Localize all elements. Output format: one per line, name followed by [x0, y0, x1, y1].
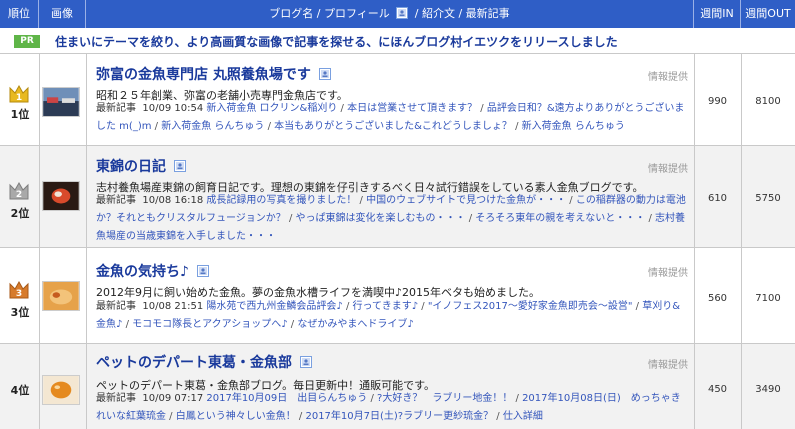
article-link[interactable]: 中国のウェブサイトで見つけた金魚が・・・ — [366, 195, 566, 206]
header-rank: 順位 — [0, 0, 39, 28]
latest-date: 10/09 07:17 — [142, 393, 204, 404]
latest-date: 10/09 10:54 — [142, 103, 204, 114]
ranking-table-header: 順位 画像 ブログ名 / プロフィール / 紹介文 / 最新記事 週間IN 週間… — [0, 0, 795, 28]
info-provided-link[interactable]: 情報提供 — [648, 160, 688, 175]
article-link[interactable]: 本当もありがとうございました&これどうしましょ？ — [274, 121, 512, 132]
article-link[interactable]: 新入荷金魚 らんちゅう — [522, 121, 625, 132]
latest-label: 最新記事 — [96, 301, 136, 312]
blog-thumbnail[interactable] — [42, 375, 80, 405]
blog-title[interactable]: ペットのデパート東葛・金魚部 — [96, 355, 292, 371]
rank-label: 1位 — [10, 108, 30, 121]
article-link[interactable]: なぜかみやまへドライブ♪ — [297, 319, 413, 330]
svg-text:1: 1 — [16, 93, 22, 103]
rank-3-crown-icon: 3 — [9, 280, 29, 299]
info-provided-link[interactable]: 情報提供 — [648, 356, 688, 371]
latest-articles: 最新記事 10/09 10:54 新入荷金魚 ロクリン&稲刈り / 本日は営業さ… — [96, 103, 685, 132]
info-provided-link[interactable]: 情報提供 — [648, 68, 688, 83]
pr-link[interactable]: 住まいにテーマを絞り、より高画質な画像で記事を探せる、にほんブログ村イエツクをリ… — [55, 33, 618, 50]
article-link[interactable]: 行ってきます♪ — [353, 301, 419, 312]
header-main-label2: / 紹介文 / 最新記事 — [414, 7, 510, 20]
article-link[interactable]: 2017年10月09日 出目らんちゅう — [206, 393, 367, 404]
blog-thumbnail[interactable] — [42, 181, 80, 211]
blog-title-link[interactable]: 金魚の気持ち♪ — [96, 261, 209, 281]
profile-icon[interactable] — [196, 265, 209, 277]
blog-title-link[interactable]: 東錦の日記 — [96, 156, 186, 176]
ranking-row-1: 1 1位 弥富の金魚専門店 丸照養魚場です 情報提供 昭和２５年創業、弥富の老舗… — [0, 54, 795, 146]
blog-title[interactable]: 弥富の金魚専門店 丸照養魚場です — [96, 67, 311, 83]
blog-title-link[interactable]: 弥富の金魚専門店 丸照養魚場です — [96, 64, 331, 84]
blog-title[interactable]: 東錦の日記 — [96, 159, 166, 175]
svg-text:3: 3 — [16, 289, 22, 299]
article-link[interactable]: モコモコ隊長とアクアショップへ♪ — [132, 319, 287, 330]
article-link[interactable]: 新入荷金魚 ロクリン&稲刈り — [206, 103, 337, 114]
header-main: ブログ名 / プロフィール / 紹介文 / 最新記事 — [86, 0, 694, 28]
rank-2-crown-icon: 2 — [9, 181, 29, 200]
rank-1-crown-icon: 1 — [9, 84, 29, 103]
latest-label: 最新記事 — [96, 103, 136, 114]
header-out: 週間OUT — [745, 7, 791, 20]
article-link[interactable]: ?大好き？ ラブリー地金！！ — [377, 393, 512, 404]
ranking-row-4: 4位 ペットのデパート東葛・金魚部 情報提供 ペットのデパート東葛・金魚部ブログ… — [0, 344, 795, 429]
blog-thumbnail[interactable] — [42, 87, 80, 117]
article-link[interactable]: 白鳳という神々しい金魚！ — [176, 411, 296, 422]
latest-articles: 最新記事 10/09 07:17 2017年10月09日 出目らんちゅう / ?… — [96, 393, 681, 422]
latest-articles: 最新記事 10/08 16:18 成長記録用の写真を撮りました！ / 中国のウェ… — [96, 195, 686, 242]
weekly-out: 8100 — [755, 96, 781, 107]
pr-banner[interactable]: PR 住まいにテーマを絞り、より高画質な画像で記事を探せる、にほんブログ村イエツ… — [0, 28, 795, 54]
article-link[interactable]: 新入荷金魚 らんちゅう — [161, 121, 264, 132]
blog-title[interactable]: 金魚の気持ち♪ — [96, 264, 189, 280]
article-link[interactable]: 陽水苑で西九州金鱗会品評会♪ — [206, 301, 342, 312]
latest-date: 10/08 21:51 — [142, 301, 204, 312]
header-main-label: ブログ名 / プロフィール — [269, 7, 390, 20]
rank-label: 4位 — [10, 384, 30, 397]
latest-label: 最新記事 — [96, 393, 136, 404]
profile-icon — [396, 7, 409, 19]
article-link[interactable]: やっぱ東錦は変化を楽しむもの・・・ — [296, 213, 466, 224]
weekly-out: 7100 — [755, 293, 781, 304]
weekly-out: 3490 — [755, 384, 781, 395]
latest-date: 10/08 16:18 — [142, 195, 204, 206]
pr-badge: PR — [14, 35, 40, 48]
weekly-in: 990 — [707, 96, 728, 107]
profile-icon[interactable] — [300, 356, 312, 368]
rank-label: 3位 — [10, 306, 30, 319]
header-in: 週間IN — [694, 0, 741, 28]
article-link[interactable]: "イノフェス2017〜愛好家金魚即売会〜設営" — [428, 301, 633, 312]
article-link[interactable]: 本日は営業させて頂きます？ — [347, 103, 477, 114]
rank-label: 2位 — [10, 207, 30, 220]
svg-text:2: 2 — [16, 190, 22, 200]
weekly-out: 5750 — [755, 193, 781, 204]
header-image: 画像 — [39, 0, 86, 28]
weekly-in: 610 — [707, 193, 728, 204]
ranking-row-3: 3 3位 金魚の気持ち♪ 情報提供 2012年9月に飼い始めた金魚。夢の金魚水槽… — [0, 248, 795, 344]
latest-label: 最新記事 — [96, 195, 136, 206]
latest-articles: 最新記事 10/08 21:51 陽水苑で西九州金鱗会品評会♪ / 行ってきます… — [96, 301, 681, 330]
article-link[interactable]: そろそろ東年の親を考えないと・・・ — [475, 213, 645, 224]
weekly-in: 560 — [707, 293, 728, 304]
blog-thumbnail[interactable] — [42, 281, 80, 311]
blog-title-link[interactable]: ペットのデパート東葛・金魚部 — [96, 352, 312, 372]
info-provided-link[interactable]: 情報提供 — [648, 264, 688, 279]
weekly-in: 450 — [707, 384, 728, 395]
article-link[interactable]: 2017年10月7日(土)?ラブリー更紗琉金？ — [305, 411, 493, 422]
article-link[interactable]: 仕入詳細 — [503, 411, 543, 422]
ranking-row-2: 2 2位 東錦の日記 情報提供 志村養魚場産東錦の飼育日記です。理想の東錦を仔引… — [0, 146, 795, 248]
article-link[interactable]: 成長記録用の写真を撮りました！ — [206, 195, 356, 206]
profile-icon[interactable] — [174, 160, 186, 172]
profile-icon[interactable] — [318, 68, 331, 80]
